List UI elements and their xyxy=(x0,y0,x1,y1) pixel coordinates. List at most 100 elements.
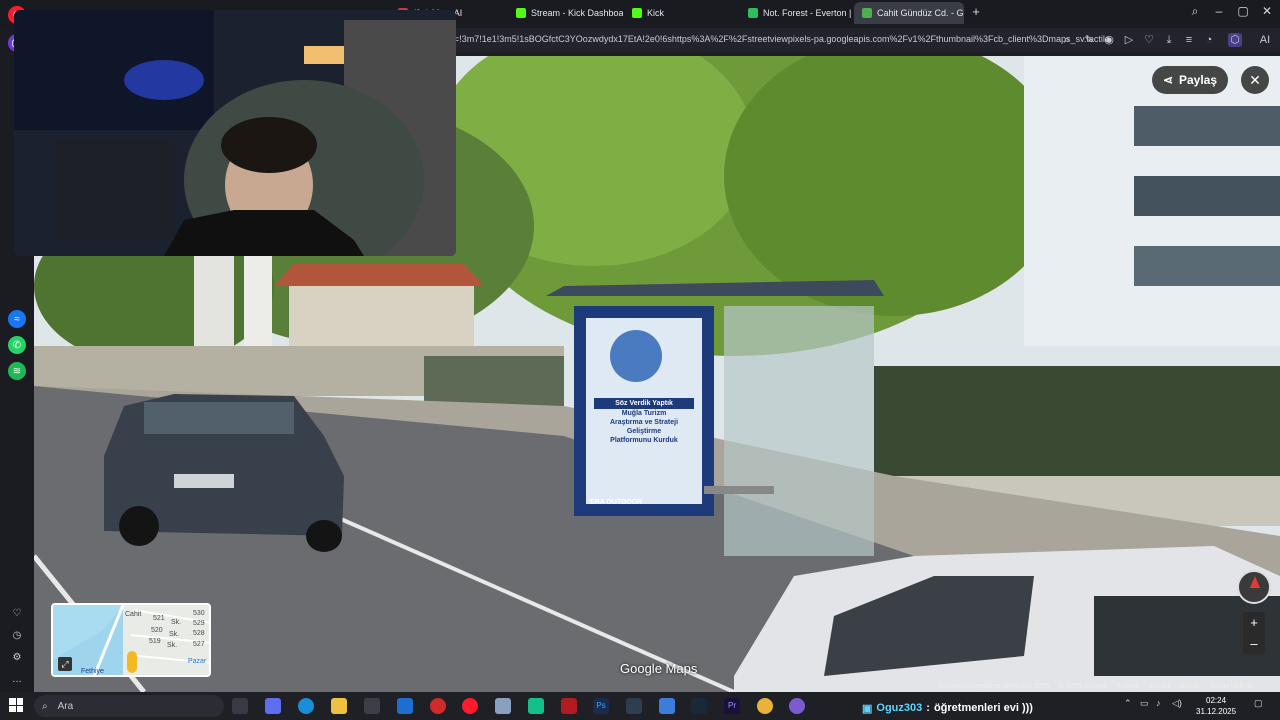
bus-stop-poster: Söz Verdik Yaptık Muğla Turizm Araştırma… xyxy=(594,398,694,445)
app-icon[interactable] xyxy=(789,698,805,714)
minimap-label: 527 xyxy=(193,641,205,648)
more-icon[interactable]: … xyxy=(8,670,26,688)
tab-google-maps[interactable]: Cahit Gündüz Cd. - Goog xyxy=(854,2,964,24)
search-icon[interactable]: ⌕ xyxy=(1060,33,1074,47)
edge-icon[interactable] xyxy=(298,698,314,714)
minimap-label: 520 xyxy=(151,627,163,634)
zoom-in-button[interactable]: + xyxy=(1243,612,1265,633)
photoshop-icon[interactable]: Ps xyxy=(593,698,609,714)
chat-separator: : xyxy=(926,702,930,714)
taskbar-search-box[interactable]: ⌕ Ara xyxy=(34,695,224,717)
download-icon[interactable]: ⤓ xyxy=(1162,33,1176,47)
iddaa-icon xyxy=(748,8,758,18)
opera-taskbar-icon[interactable] xyxy=(462,698,478,714)
minimap[interactable]: Cahit 521 Sk. 530 529 520 Sk. 528 519 Sk… xyxy=(51,603,211,677)
minimap-label: 530 xyxy=(193,610,205,617)
aria-ai-button[interactable]: AI xyxy=(1254,33,1276,47)
zoom-out-button[interactable]: – xyxy=(1243,633,1265,654)
heart-icon[interactable]: ♡ xyxy=(1142,33,1156,47)
system-clock[interactable]: 02:24 31.12.2025 xyxy=(1196,695,1236,717)
premiere-icon[interactable]: Pr xyxy=(724,698,740,714)
minimize-button[interactable]: – xyxy=(1209,4,1229,18)
url-text[interactable]: =!3m7!1e1!3m5!1sBOGfctC3YOozwdydx17EtA!2… xyxy=(454,34,1110,44)
outlook-icon[interactable] xyxy=(397,698,413,714)
clock-date: 31.12.2025 xyxy=(1196,707,1237,716)
whatsapp-icon[interactable]: ✆ xyxy=(8,336,26,354)
search-tabs-icon[interactable]: ⌕ xyxy=(1185,4,1205,19)
compass-needle-icon xyxy=(1250,576,1260,588)
tray-expand-icon[interactable]: ⌃ xyxy=(1124,698,1132,709)
maximize-button[interactable]: ▢ xyxy=(1233,4,1253,18)
chrome-icon[interactable] xyxy=(757,698,773,714)
compass-icon[interactable] xyxy=(1237,570,1271,604)
search-placeholder: Ara xyxy=(57,700,74,712)
tab-label: Kick xyxy=(647,8,665,18)
poster-line: Geliştirme xyxy=(626,428,662,435)
share-button[interactable]: ⋖ Paylaş xyxy=(1152,66,1228,94)
app-icon[interactable] xyxy=(659,698,675,714)
new-tab-button[interactable]: + xyxy=(966,4,986,19)
share-label: Paylaş xyxy=(1179,73,1218,87)
history-icon[interactable]: ◷ xyxy=(8,626,26,644)
app-icon[interactable] xyxy=(561,698,577,714)
menu-icon[interactable]: ≡ xyxy=(1182,33,1196,47)
copilot-icon[interactable] xyxy=(265,698,281,714)
streamer-webcam-overlay xyxy=(14,10,456,256)
stream-chat-message: ▣ Oguz303 : öğretmenleri evi ))) xyxy=(862,702,1033,715)
camera-icon[interactable]: ◉ xyxy=(1102,33,1116,47)
extension-icon[interactable]: ⬡ xyxy=(1228,33,1242,47)
pegman-icon[interactable] xyxy=(127,651,137,673)
settings-gear-icon[interactable]: ⚙ xyxy=(8,648,26,666)
network-icon[interactable]: ▭ xyxy=(1140,698,1149,709)
close-window-button[interactable]: ✕ xyxy=(1257,4,1277,18)
tab-kick-dashboard[interactable]: Stream - Kick Dashboard xyxy=(508,2,623,24)
webcam-feed xyxy=(14,10,456,256)
tab-label: Stream - Kick Dashboard xyxy=(531,8,623,18)
store-icon[interactable] xyxy=(364,698,380,714)
tab-kick[interactable]: Kick xyxy=(624,2,738,24)
terminal-icon[interactable] xyxy=(626,698,642,714)
steam-icon[interactable] xyxy=(691,698,707,714)
minimap-label: 529 xyxy=(193,620,205,627)
windows-start-icon[interactable] xyxy=(9,698,23,712)
minimap-label: Sk. xyxy=(169,631,180,638)
expand-map-icon[interactable]: ⤢ xyxy=(58,657,72,671)
minimap-street-label: Cahit xyxy=(125,611,142,618)
share-icon: ⋖ xyxy=(1162,73,1173,87)
minimap-label: Sk. xyxy=(171,619,182,626)
notifications-icon[interactable]: ▢ xyxy=(1254,698,1263,709)
search-icon: ⌕ xyxy=(42,700,48,712)
chat-message-text: öğretmenleri evi ))) xyxy=(933,702,1033,714)
minimap-label: 519 xyxy=(149,638,161,645)
spotify-icon[interactable]: ≋ xyxy=(8,362,26,380)
poster-line: Araştırma ve Strateji xyxy=(609,419,679,426)
app-icon[interactable] xyxy=(528,698,544,714)
close-streetview-button[interactable]: ✕ xyxy=(1241,66,1269,94)
chat-badge-icon: ▣ xyxy=(862,703,873,715)
zoom-control: + – xyxy=(1243,612,1265,654)
kick-icon xyxy=(516,8,526,18)
google-maps-icon xyxy=(862,8,872,18)
minimap-place-label: Fethiye xyxy=(81,668,104,675)
heart-icon[interactable]: ♡ xyxy=(8,604,26,622)
messenger-icon[interactable]: ≈ xyxy=(8,310,26,328)
poster-headline: Söz Verdik Yaptık xyxy=(594,398,694,409)
poster-line: Platformunu Kurduk xyxy=(610,437,678,444)
tab-football-match[interactable]: Not. Forest - Everton | Idd xyxy=(740,2,852,24)
volume-icon[interactable]: ◁) xyxy=(1172,698,1182,709)
minimap-label: Sk. xyxy=(167,642,178,649)
file-explorer-icon[interactable] xyxy=(331,698,347,714)
tab-label: Cahit Gündüz Cd. - Goog xyxy=(877,8,964,18)
minimap-label: 528 xyxy=(193,630,205,637)
app-icon[interactable] xyxy=(495,698,511,714)
bus-stop-brand: ERA OUTDOOR xyxy=(590,499,643,506)
task-view-icon[interactable] xyxy=(232,698,248,714)
play-icon[interactable]: ▷ xyxy=(1122,33,1136,47)
tab-label: Not. Forest - Everton | Idd xyxy=(763,8,852,18)
obs-icon[interactable] xyxy=(430,698,446,714)
profile-icon[interactable]: ◔ xyxy=(1202,33,1216,47)
address-bar[interactable]: =!3m7!1e1!3m5!1sBOGfctC3YOozwdydx17EtA!2… xyxy=(450,28,1280,52)
kick-icon xyxy=(632,8,642,18)
edit-icon[interactable]: ✎ xyxy=(1082,33,1096,47)
microphone-icon[interactable]: ♪ xyxy=(1156,698,1161,708)
